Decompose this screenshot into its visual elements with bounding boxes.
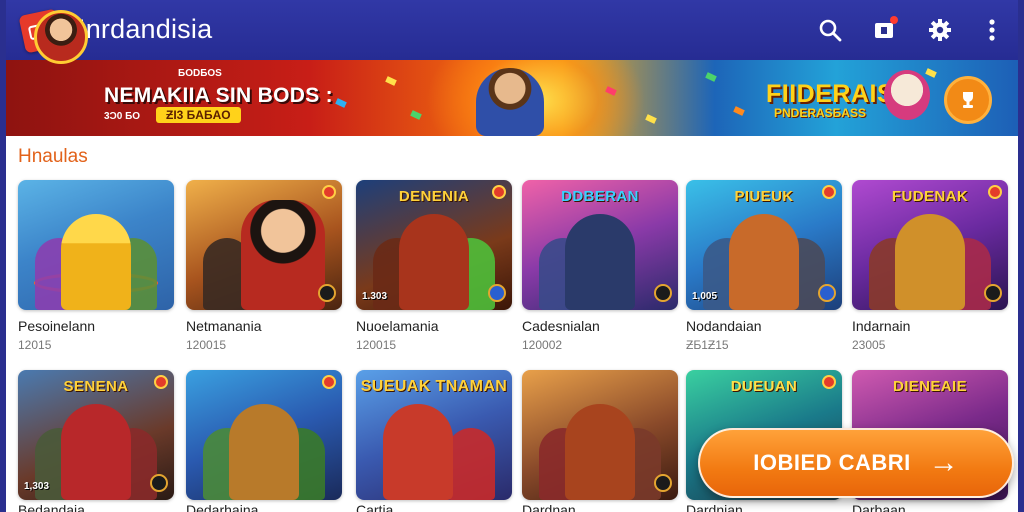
banner-eyebrow: ƂODƂOS — [178, 68, 222, 79]
game-meta: ƵƂ1Ƶ15 — [686, 338, 729, 352]
game-meta: 120015 — [356, 338, 397, 352]
banner-action-button[interactable] — [944, 76, 992, 124]
game-count: 1.303 — [362, 291, 388, 302]
banner-badge[interactable]: ƵI3 ƂAƂAO — [156, 107, 241, 123]
game-card[interactable]: DDBERAN — [522, 180, 678, 310]
game-meta: 120015 — [186, 338, 227, 352]
banner-promo-title: FIIDERAIS — [766, 80, 895, 108]
game-title[interactable]: Dardnian — [686, 502, 743, 512]
cta-label: IOBIED CABRI — [753, 450, 911, 475]
game-logo: SUEUAK TNAMAN — [360, 378, 508, 395]
banner-hero-character — [476, 68, 544, 136]
game-title[interactable]: Nodandaian — [686, 318, 762, 334]
banner-subtext: 3Ɔ0 ƂO — [104, 111, 141, 122]
game-logo: SENENA — [63, 378, 129, 395]
trophy-icon — [963, 92, 973, 108]
game-count: 1,005 — [692, 291, 718, 302]
banner-mascot — [884, 70, 930, 120]
more-vert-icon[interactable] — [978, 16, 1006, 44]
search-icon[interactable] — [816, 16, 844, 44]
game-count: 1,303 — [24, 481, 50, 492]
notification-dot — [890, 16, 898, 24]
game-title[interactable]: Darbaan — [852, 502, 906, 512]
game-logo: DUEUAN — [730, 378, 798, 395]
game-card[interactable] — [18, 180, 174, 310]
game-card[interactable] — [522, 370, 678, 500]
game-card[interactable] — [186, 180, 342, 310]
game-meta: 120002 — [522, 338, 563, 352]
game-title[interactable]: Indarnain — [852, 318, 910, 334]
app-title: Inrdandisia — [78, 14, 213, 44]
app-bar: Inrdandisia — [6, 0, 1018, 60]
game-card[interactable]: SUEUAK TNAMAN — [356, 370, 512, 500]
game-card[interactable] — [186, 370, 342, 500]
game-title[interactable]: Nuoelamania — [356, 318, 439, 334]
game-title[interactable]: Pesoinelann — [18, 318, 95, 334]
game-title[interactable]: Cartia — [356, 502, 393, 512]
settings-icon[interactable] — [926, 16, 954, 44]
banner-avatar — [34, 10, 88, 64]
section-title: Hnaulas — [18, 146, 88, 167]
game-title[interactable]: Netmanania — [186, 318, 262, 334]
game-meta: 12015 — [18, 338, 52, 352]
game-title[interactable]: Dardnan — [522, 502, 576, 512]
game-logo: FUDENAK — [891, 188, 969, 205]
notifications-icon[interactable] — [870, 16, 898, 44]
banner-headline: NEMAKIIA SIN BODS : — [104, 84, 333, 107]
banner-promo-subtitle: PNDERASƂASS — [774, 106, 866, 120]
game-logo: DENENIA — [398, 188, 470, 205]
game-logo: DIENEAIE — [892, 378, 968, 395]
game-meta: 23005 — [852, 338, 886, 352]
game-logo: PIUEUK — [734, 188, 794, 205]
game-card[interactable]: DENENIA 1.303 — [356, 180, 512, 310]
app-window: Inrdandisia ƂODƂOS NEMAKIIA SIN BODS : 3… — [6, 0, 1018, 512]
game-card[interactable]: FUDENAK — [852, 180, 1008, 310]
primary-cta-button[interactable]: IOBIED CABRI → — [698, 428, 1014, 498]
game-title[interactable]: Dedarhaina — [186, 502, 258, 512]
game-card[interactable]: PIUEUK 1,005 — [686, 180, 842, 310]
game-logo: DDBERAN — [561, 188, 639, 205]
arrow-right-icon: → — [928, 446, 959, 479]
game-card[interactable]: SENENA 1,303 — [18, 370, 174, 500]
game-title[interactable]: Cadesnialan — [522, 318, 600, 334]
game-title[interactable]: Bedandaia — [18, 502, 85, 512]
